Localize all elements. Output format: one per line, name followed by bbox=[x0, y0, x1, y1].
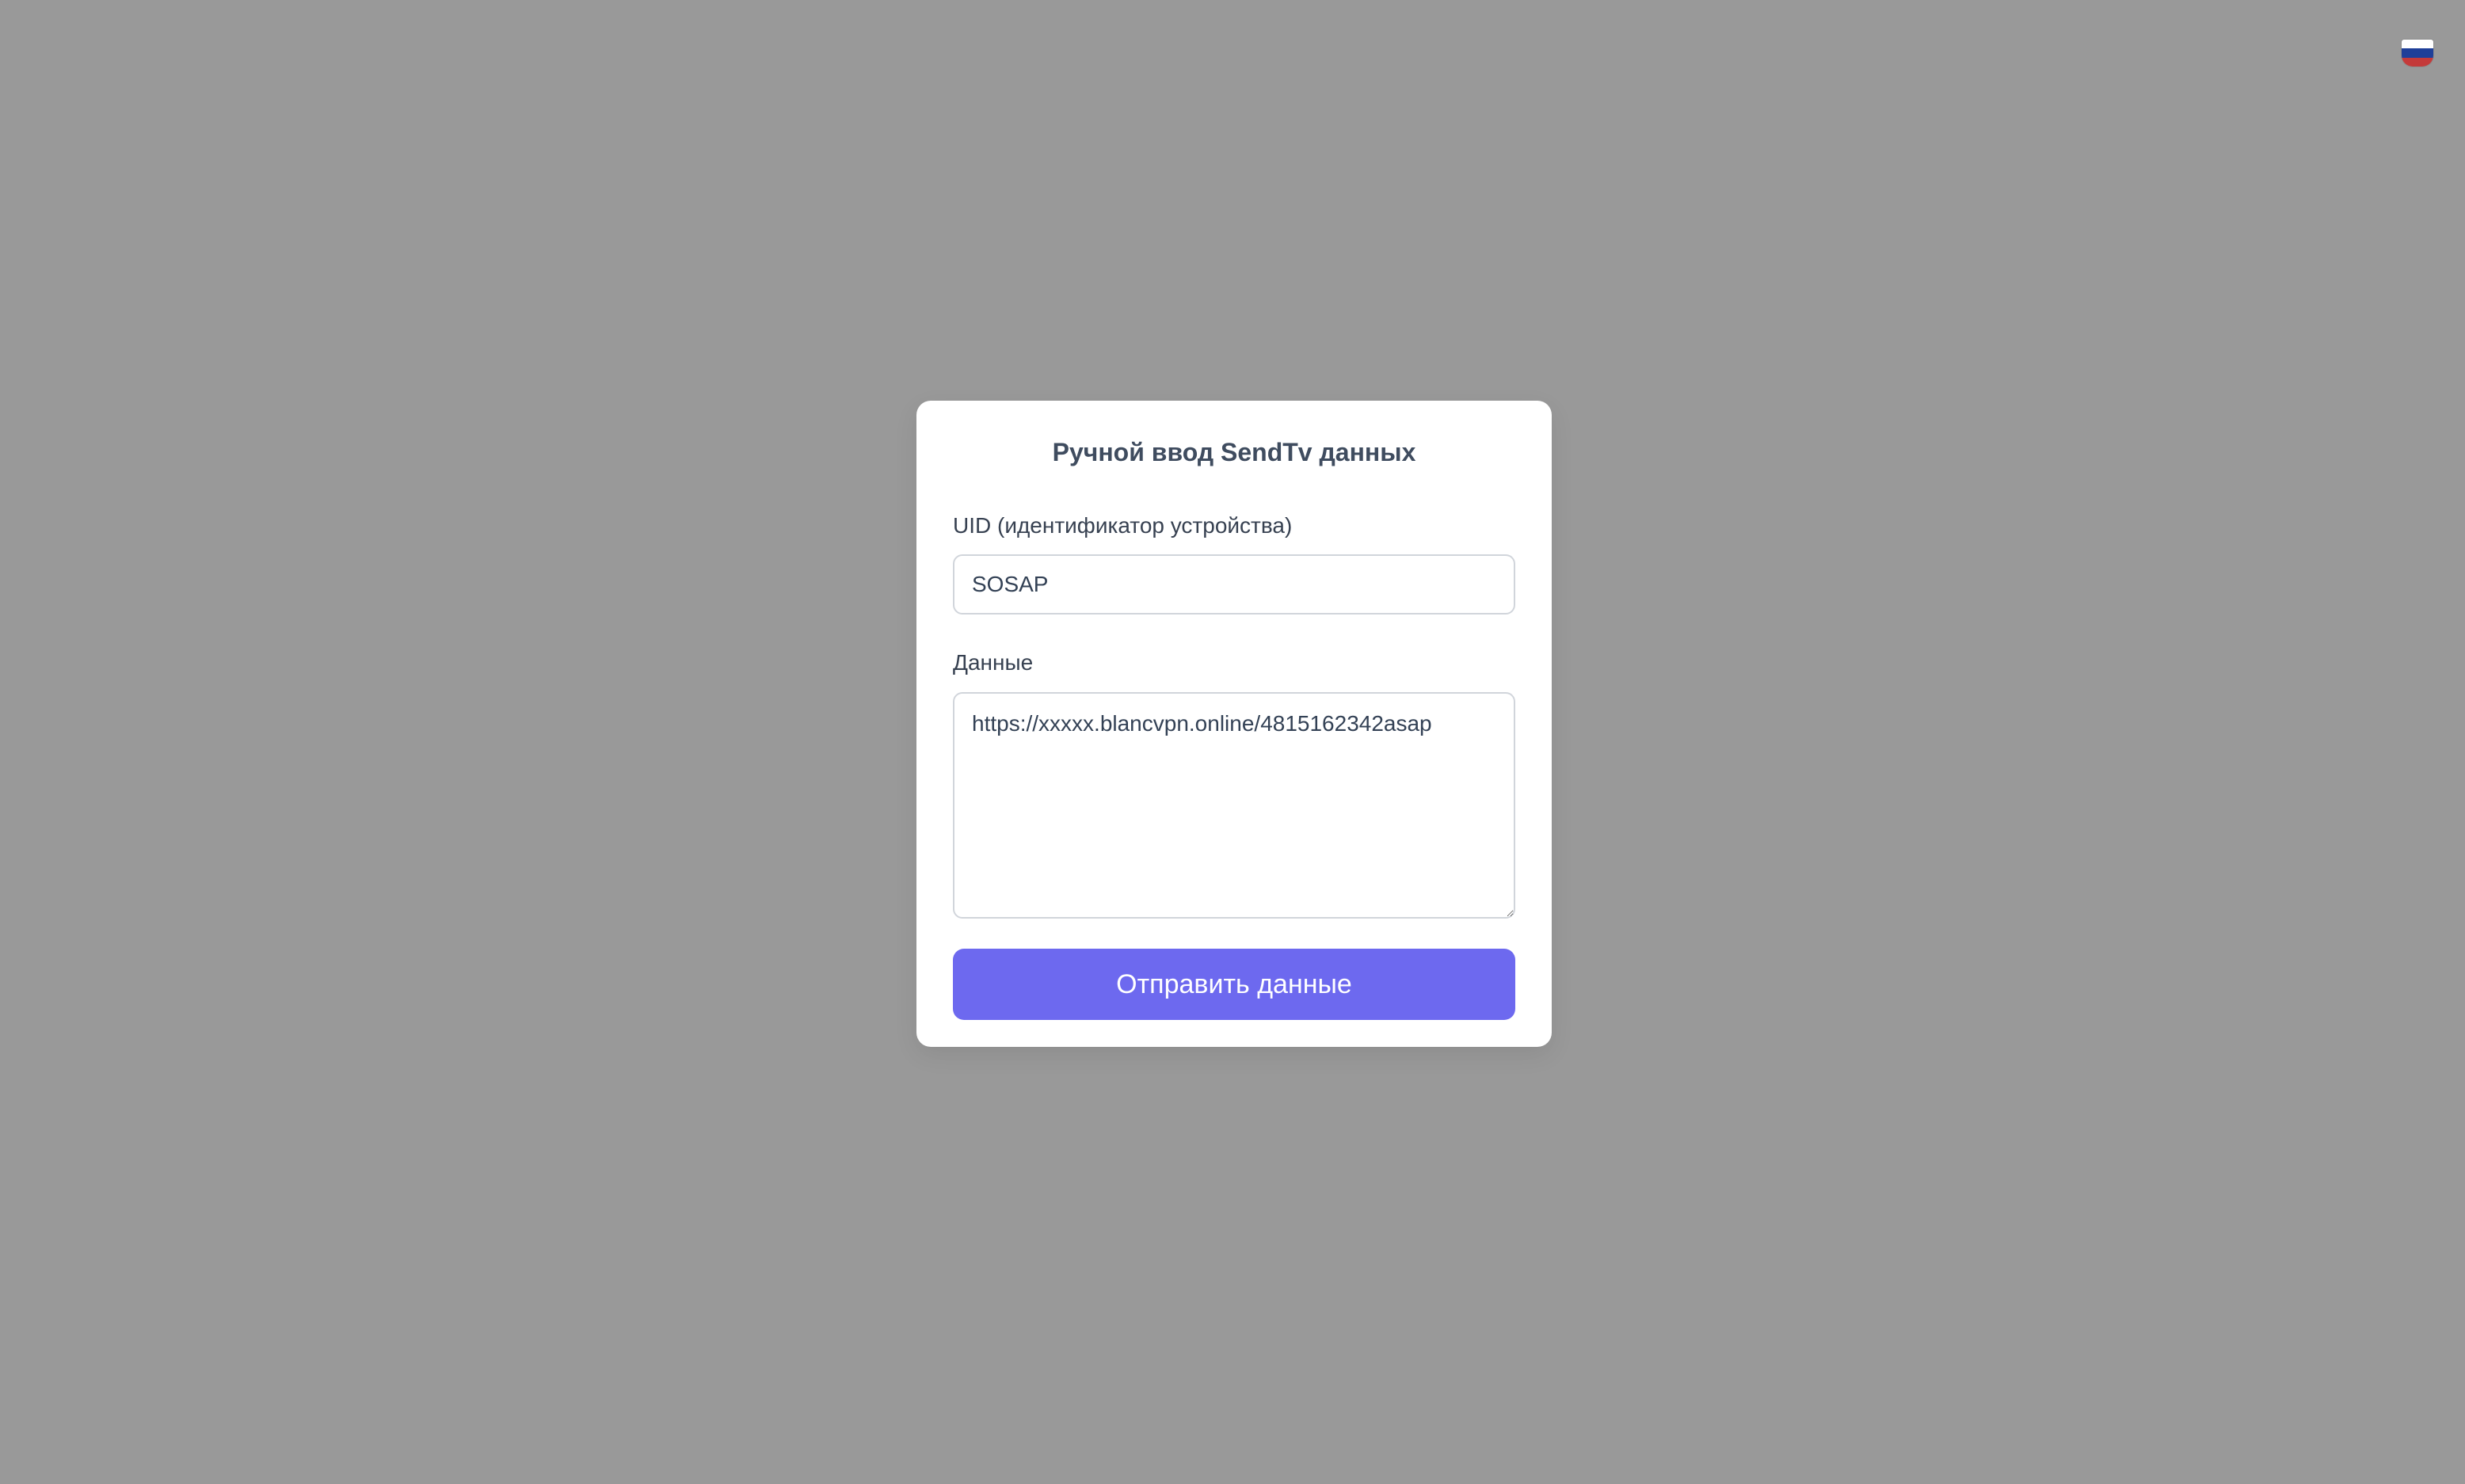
manual-input-modal: Ручной ввод SendTv данных UID (идентифик… bbox=[916, 401, 1552, 1047]
data-label: Данные bbox=[953, 650, 1034, 675]
submit-data-button[interactable]: Отправить данные bbox=[953, 949, 1515, 1020]
flag-stripe-blue bbox=[2402, 48, 2433, 58]
flag-stripe-red bbox=[2402, 57, 2433, 67]
language-flag-icon[interactable] bbox=[2402, 40, 2433, 67]
uid-label: UID (идентификатор устройства) bbox=[953, 513, 1293, 538]
data-textarea[interactable]: https://xxxxx.blancvpn.online/4815162342… bbox=[953, 692, 1515, 919]
flag-stripe-white bbox=[2402, 40, 2433, 49]
uid-input[interactable] bbox=[953, 554, 1515, 615]
modal-title: Ручной ввод SendTv данных bbox=[1052, 438, 1416, 466]
